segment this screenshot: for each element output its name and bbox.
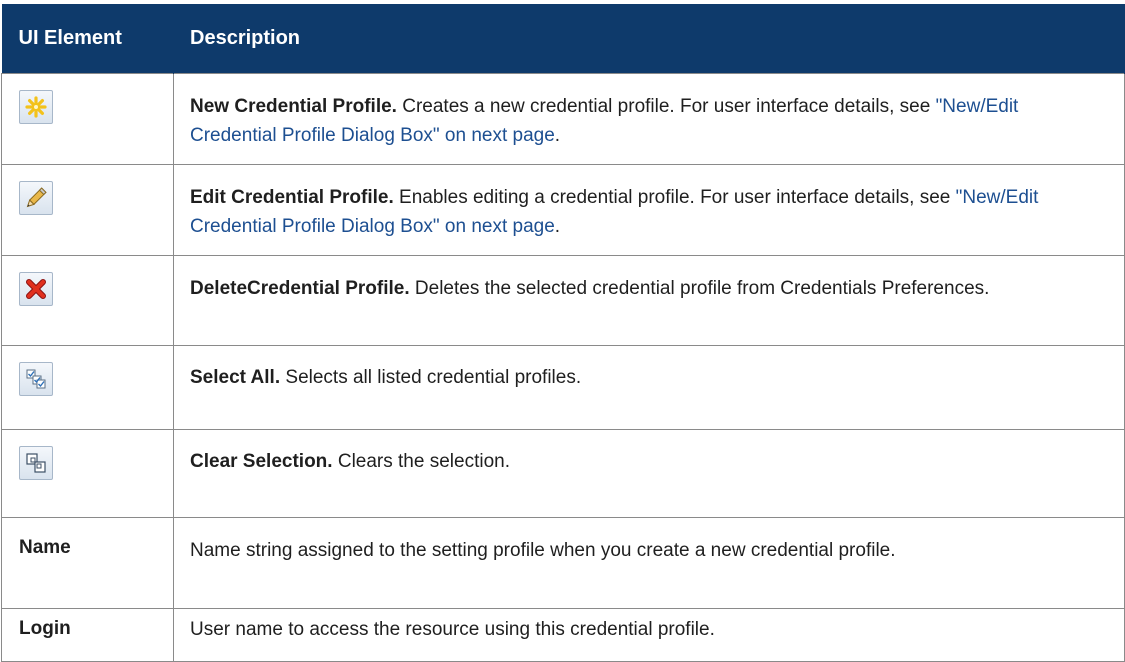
- term-label: New Credential Profile.: [190, 96, 397, 117]
- description-cell: User name to access the resource using t…: [173, 608, 1125, 662]
- header-ui-element: UI Element: [1, 4, 174, 74]
- header-description: Description: [173, 4, 1125, 74]
- description-cell: Clear Selection. Clears the selection.: [173, 429, 1125, 518]
- ui-element-cell: [1, 73, 174, 165]
- delete-x-icon[interactable]: [19, 272, 53, 306]
- description-cell: DeleteCredential Profile. Deletes the se…: [173, 255, 1125, 346]
- new-credential-icon[interactable]: [19, 90, 53, 124]
- description-cell: Name string assigned to the setting prof…: [173, 517, 1125, 609]
- edit-pencil-icon[interactable]: [19, 181, 53, 215]
- select-all-icon[interactable]: [19, 362, 53, 396]
- table-row: Login User name to access the resource u…: [1, 608, 1125, 662]
- description-cell: New Credential Profile. Creates a new cr…: [173, 73, 1125, 165]
- table-row: New Credential Profile. Creates a new cr…: [1, 73, 1125, 165]
- term-label: Clear Selection.: [190, 451, 333, 472]
- table-row: Name Name string assigned to the setting…: [1, 517, 1125, 609]
- ui-element-cell: [1, 345, 174, 430]
- description-text: Creates a new credential profile. For us…: [396, 96, 936, 117]
- ui-element-cell: [1, 255, 174, 346]
- description-punctuation: .: [554, 216, 561, 237]
- description-punctuation: .: [554, 125, 561, 146]
- table-row: Clear Selection. Clears the selection.: [1, 429, 1125, 518]
- table-row: Edit Credential Profile. Enables editing…: [1, 164, 1125, 256]
- term-label: DeleteCredential Profile.: [190, 278, 410, 299]
- table-header-row: UI Element Description: [1, 4, 1125, 74]
- ui-element-name-label: Name: [1, 517, 174, 609]
- ui-element-cell: [1, 429, 174, 518]
- description-cell: Select All. Selects all listed credentia…: [173, 345, 1125, 430]
- ui-elements-table: UI Element Description New Credential Pr…: [1, 4, 1125, 662]
- ui-element-cell: [1, 164, 174, 256]
- term-label: Edit Credential Profile.: [190, 187, 394, 208]
- ui-element-login-label: Login: [1, 608, 174, 662]
- table-row: DeleteCredential Profile. Deletes the se…: [1, 255, 1125, 346]
- clear-selection-icon[interactable]: [19, 446, 53, 480]
- description-text: Deletes the selected credential profile …: [409, 278, 990, 299]
- description-text: Selects all listed credential profiles.: [280, 367, 582, 388]
- table-row: Select All. Selects all listed credentia…: [1, 345, 1125, 430]
- description-text: Clears the selection.: [332, 451, 510, 472]
- description-text: Enables editing a credential profile. Fo…: [393, 187, 956, 208]
- description-cell: Edit Credential Profile. Enables editing…: [173, 164, 1125, 256]
- term-label: Select All.: [190, 367, 281, 388]
